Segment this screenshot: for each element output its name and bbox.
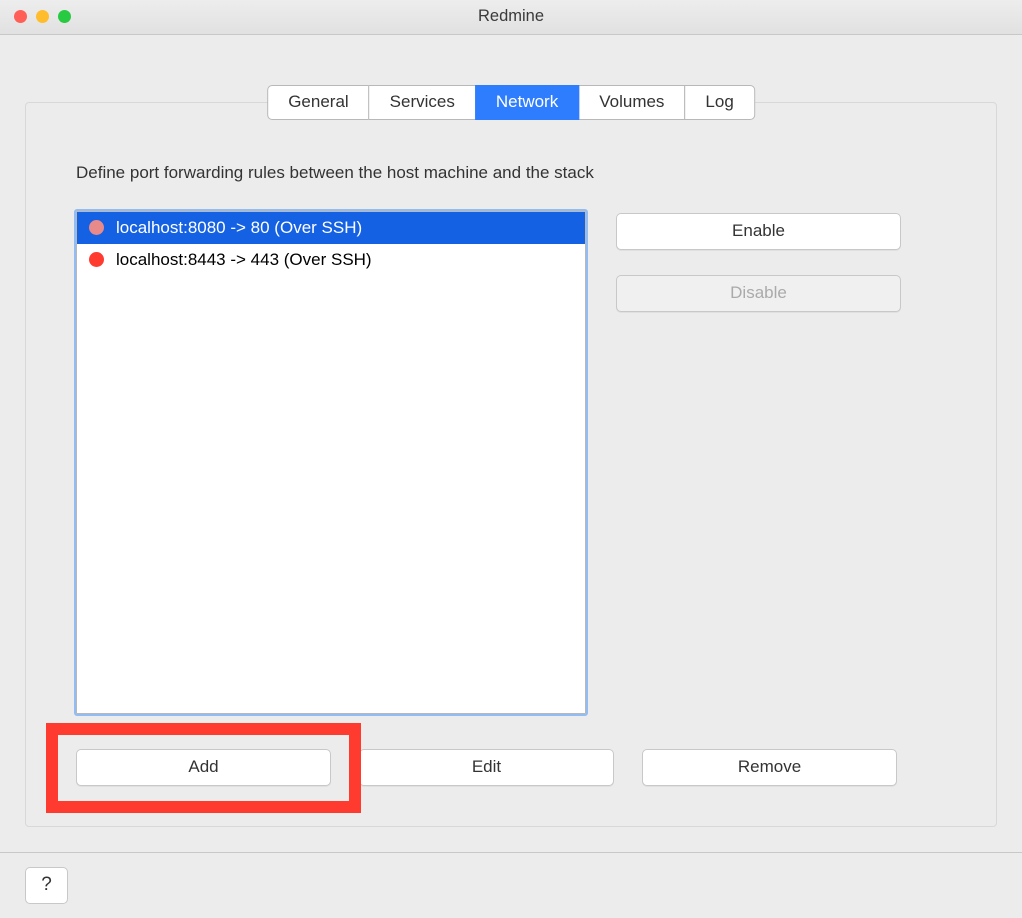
rule-item[interactable]: localhost:8443 -> 443 (Over SSH): [77, 244, 585, 276]
minimize-icon[interactable]: [36, 10, 49, 23]
window: Redmine General Services Network Volumes…: [0, 0, 1022, 918]
tab-general[interactable]: General: [267, 85, 369, 120]
traffic-lights: [14, 10, 71, 23]
tab-log[interactable]: Log: [684, 85, 754, 120]
edit-button[interactable]: Edit: [359, 749, 614, 786]
network-description: Define port forwarding rules between the…: [76, 163, 946, 183]
remove-button[interactable]: Remove: [642, 749, 897, 786]
tabs: General Services Network Volumes Log: [267, 85, 755, 120]
rules-list[interactable]: localhost:8080 -> 80 (Over SSH) localhos…: [76, 211, 586, 714]
status-dot-icon: [89, 220, 104, 235]
add-button[interactable]: Add: [76, 749, 331, 786]
tab-volumes[interactable]: Volumes: [578, 85, 685, 120]
tab-services[interactable]: Services: [369, 85, 476, 120]
rules-area: localhost:8080 -> 80 (Over SSH) localhos…: [76, 211, 946, 714]
maximize-icon[interactable]: [58, 10, 71, 23]
bottom-buttons: Add Edit Remove: [76, 749, 946, 786]
side-buttons: Enable Disable: [616, 211, 901, 714]
window-title: Redmine: [478, 7, 544, 26]
enable-button[interactable]: Enable: [616, 213, 901, 250]
help-button[interactable]: ?: [25, 867, 68, 904]
tab-network[interactable]: Network: [475, 85, 579, 120]
main-panel: Define port forwarding rules between the…: [25, 102, 997, 827]
rule-item[interactable]: localhost:8080 -> 80 (Over SSH): [77, 212, 585, 244]
rule-text: localhost:8080 -> 80 (Over SSH): [116, 218, 362, 238]
content-area: General Services Network Volumes Log Def…: [0, 35, 1022, 852]
status-dot-icon: [89, 252, 104, 267]
disable-button: Disable: [616, 275, 901, 312]
titlebar: Redmine: [0, 0, 1022, 35]
close-icon[interactable]: [14, 10, 27, 23]
footer-bar: ?: [0, 852, 1022, 918]
rule-text: localhost:8443 -> 443 (Over SSH): [116, 250, 372, 270]
